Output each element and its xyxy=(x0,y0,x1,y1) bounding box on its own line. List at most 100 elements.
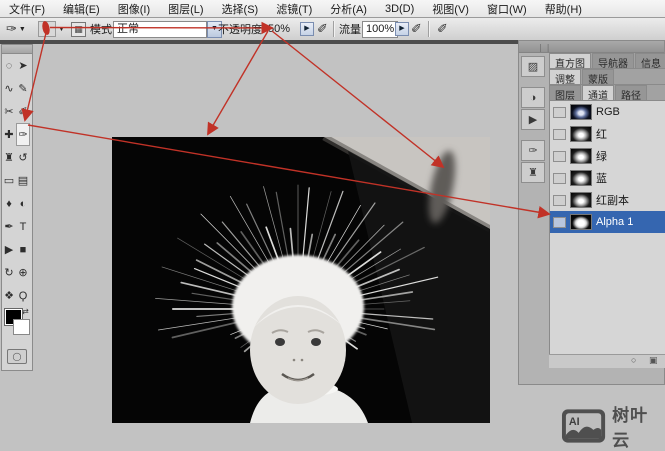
tool-3d-orbit[interactable]: ⊕ xyxy=(16,261,30,284)
channel-row-alpha1[interactable]: Alpha 1 xyxy=(550,211,665,233)
brush-preview xyxy=(38,21,56,37)
tool-hand[interactable]: ❖ xyxy=(2,284,16,307)
dock-header[interactable]: ❘❘ xyxy=(519,41,664,53)
tool-3d-rotate[interactable]: ↻ xyxy=(2,261,16,284)
tool-zoom[interactable]: Ϙ xyxy=(16,284,30,307)
menu-edit[interactable]: 编辑(E) xyxy=(54,1,109,17)
tool-brush[interactable]: ✑ xyxy=(16,123,30,146)
menu-layer[interactable]: 图层(L) xyxy=(159,1,212,17)
visibility-toggle[interactable] xyxy=(553,217,566,228)
channel-thumbnail xyxy=(570,126,592,142)
channel-thumbnail xyxy=(570,104,592,120)
tab-histogram[interactable]: 直方图 xyxy=(549,53,591,68)
tool-path-selection[interactable]: ▶ xyxy=(2,238,16,261)
healing-brush-icon: ✚ xyxy=(4,128,13,141)
swap-colors-icon[interactable]: ⇄ xyxy=(22,307,29,316)
lasso-icon: ∿ xyxy=(4,82,13,95)
channel-row-blue[interactable]: 蓝 xyxy=(550,167,665,189)
menu-select[interactable]: 选择(S) xyxy=(213,1,268,17)
tool-quick-selection[interactable]: ✎ xyxy=(16,77,30,100)
histogram-panel-button[interactable]: ▨ xyxy=(521,56,545,77)
visibility-toggle[interactable] xyxy=(553,173,566,184)
tool-preset-picker[interactable]: ✑ ▼ xyxy=(6,18,26,40)
tool-crop[interactable]: ✂ xyxy=(2,100,16,123)
brushes-panel-button[interactable]: ✑ xyxy=(521,140,545,161)
tab-masks[interactable]: 蒙版 xyxy=(582,69,614,84)
adjustments-panel-button[interactable]: ◑ xyxy=(521,87,545,108)
opacity-value[interactable]: 50% xyxy=(268,18,290,40)
tool-eraser[interactable]: ▭ xyxy=(2,169,16,192)
channel-row-rgb[interactable]: RGB xyxy=(550,101,665,123)
tool-eyedropper[interactable]: ✐ xyxy=(16,100,30,123)
tools-grid: ◌➤∿✎✂✐ ✚ ✑♜↺▭▤ ♦ ◐✒T▶■↻⊕❖Ϙ xyxy=(2,54,32,307)
clone-source-panel-icon: ♜ xyxy=(528,166,538,179)
load-selection-icon[interactable]: ○ xyxy=(631,355,636,365)
clone-source-panel-button[interactable]: ♜ xyxy=(521,162,545,183)
panel-toggle-button[interactable]: ▦ xyxy=(71,18,86,40)
opacity-slider-button[interactable]: ▶ xyxy=(297,18,314,40)
document-canvas[interactable] xyxy=(112,137,490,423)
channel-thumbnail xyxy=(570,148,592,164)
channel-row-red-copy[interactable]: 红副本 xyxy=(550,189,665,211)
channel-label: 红 xyxy=(596,126,607,142)
brush-preset-picker[interactable]: ▼ xyxy=(38,18,65,40)
airbrush-icon[interactable]: ✐ xyxy=(411,18,422,40)
arrow-right-icon: ▶ xyxy=(395,22,409,36)
tool-elliptical-marquee[interactable]: ◌ xyxy=(2,54,16,77)
svg-text:AI: AI xyxy=(569,416,580,428)
tool-type[interactable]: T xyxy=(16,215,30,238)
tab-paths[interactable]: 路径 xyxy=(615,85,647,100)
tool-rectangle-shape[interactable]: ■ xyxy=(16,238,30,261)
elliptical-marquee-icon: ◌ xyxy=(6,60,13,72)
visibility-toggle[interactable] xyxy=(553,151,566,162)
blur-icon: ♦ xyxy=(6,198,12,210)
tool-gradient[interactable]: ▤ xyxy=(16,169,30,192)
actions-panel-button[interactable]: ▶ xyxy=(521,109,545,130)
tool-lasso[interactable]: ∿ xyxy=(2,77,16,100)
tab-adjustments[interactable]: 调整 xyxy=(549,69,581,84)
tab-navigator[interactable]: 导航器 xyxy=(592,53,634,68)
quick-mask-button[interactable]: ◯ xyxy=(7,349,27,364)
menu-help[interactable]: 帮助(H) xyxy=(536,1,591,17)
visibility-toggle[interactable] xyxy=(553,195,566,206)
eyedropper-icon: ✐ xyxy=(18,105,27,118)
tool-pen[interactable]: ✒ xyxy=(2,215,16,238)
brush-icon: ✑ xyxy=(18,128,27,141)
tool-history-brush[interactable]: ↺ xyxy=(16,146,30,169)
divider xyxy=(428,21,429,37)
menu-window[interactable]: 窗口(W) xyxy=(478,1,536,17)
toolbox-header[interactable] xyxy=(2,45,32,54)
channel-row-green[interactable]: 绿 xyxy=(550,145,665,167)
mode-select[interactable]: 正常▼ xyxy=(113,18,222,40)
tab-info[interactable]: 信息 xyxy=(635,53,665,68)
menu-3d[interactable]: 3D(D) xyxy=(376,3,423,15)
airbrush-icon[interactable]: ✐ xyxy=(437,18,448,40)
channel-thumbnail xyxy=(570,214,592,230)
flow-slider-button[interactable]: ▶ xyxy=(392,18,409,40)
menu-view[interactable]: 视图(V) xyxy=(423,1,478,17)
channel-label: Alpha 1 xyxy=(596,216,633,228)
menu-file[interactable]: 文件(F) xyxy=(0,1,54,17)
background-color[interactable] xyxy=(13,319,30,335)
menu-analysis[interactable]: 分析(A) xyxy=(321,1,376,17)
arrow-right-icon: ▶ xyxy=(300,22,314,36)
tool-clone-stamp[interactable]: ♜ xyxy=(2,146,16,169)
visibility-toggle[interactable] xyxy=(553,107,566,118)
menu-filter[interactable]: 滤镜(T) xyxy=(267,1,321,17)
new-channel-icon[interactable]: ▣ xyxy=(649,355,658,366)
tab-channels[interactable]: 通道 xyxy=(582,85,614,100)
tool-move[interactable]: ➤ xyxy=(16,54,30,77)
visibility-toggle[interactable] xyxy=(553,129,566,140)
tool-healing-brush[interactable]: ✚ xyxy=(2,123,16,146)
watermark: AI 树叶云 xyxy=(561,401,665,451)
tab-layers[interactable]: 图层 xyxy=(549,85,581,100)
brushes-panel-icon: ✑ xyxy=(528,144,537,157)
channel-row-red[interactable]: 红 xyxy=(550,123,665,145)
collapsed-panel-strip: ▨ ◑ ▶ ✑ ♜ xyxy=(521,55,547,184)
menu-image[interactable]: 图像(I) xyxy=(109,1,159,17)
photo-static-hair-baby xyxy=(112,137,490,423)
color-swatches: ⇄ xyxy=(2,307,32,343)
tool-blur[interactable]: ♦ xyxy=(2,192,16,215)
airbrush-toggle[interactable]: ✐ xyxy=(317,18,328,40)
tool-dodge[interactable]: ◐ xyxy=(16,192,30,215)
